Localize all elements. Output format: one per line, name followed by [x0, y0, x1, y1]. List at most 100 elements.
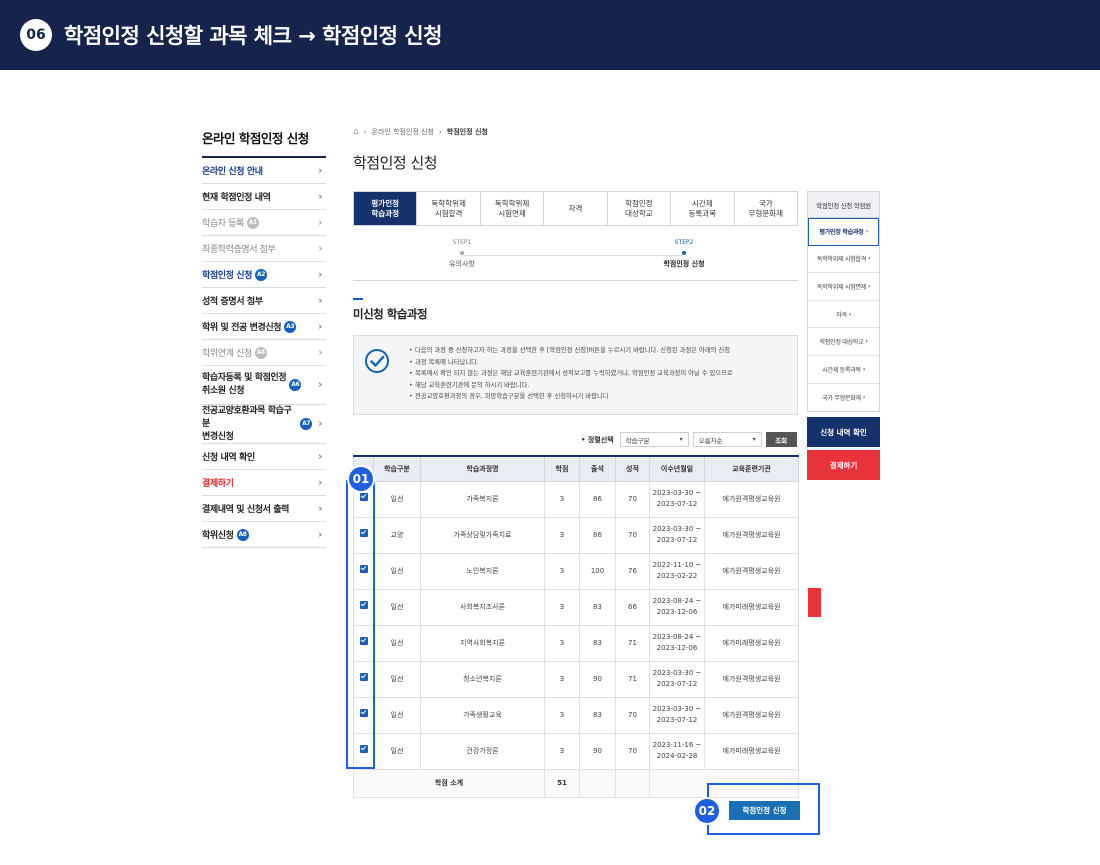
sidebar-item-label: 결제내역 및 신청서 출력 [202, 505, 290, 515]
cell-org: 에가미래평생교육원 [704, 588, 799, 626]
chevron-right-icon: › [318, 165, 322, 176]
cell-type: 교양 [373, 516, 421, 554]
cell-name: 지역사회복지론 [420, 624, 545, 662]
sidebar-item-badge: A1 [246, 216, 259, 229]
cell-type: 일선 [373, 552, 421, 590]
right-panel-item[interactable]: 자격 › [808, 301, 879, 329]
right-panel-item[interactable]: 독학학위제 시험면제 › [808, 273, 879, 301]
tab-item[interactable]: 국가 무형문화재 [735, 192, 797, 225]
cell-credit: 3 [544, 624, 580, 662]
cell-period: 2023-08-24 ~ 2023-12-06 [649, 588, 705, 626]
cell-credit: 3 [544, 732, 580, 770]
sidebar-item[interactable]: 결제하기 › [202, 470, 326, 496]
sidebar-item[interactable]: 현재 학점인정 내역 › [202, 184, 326, 210]
sort-field-select[interactable]: 학습구분 ▾ [619, 432, 689, 447]
breadcrumb: ⌂ › 온라인 학점인정 신청 › 학점인정 신청 [353, 126, 798, 138]
sidebar-item[interactable]: 학위연계 신청 A4 › [202, 340, 326, 366]
cell-period: 2023-03-30 ~ 2023-07-12 [649, 480, 705, 518]
cell-attend: 83 [579, 696, 616, 734]
sidebar-item-label: 온라인 신청 안내 [202, 167, 263, 177]
right-panel-item[interactable]: 국가 무형문화재 › [808, 384, 879, 412]
sidebar-item[interactable]: 최종학력증명서 첨부 › [202, 236, 326, 262]
empty-cell [649, 768, 705, 798]
right-panel-item[interactable]: 평가인정 학습과정 › [808, 218, 879, 246]
sidebar-item[interactable]: 전공교양호환과목 학습구분 변경신청 A7 › [202, 405, 326, 444]
chevron-right-icon: › [318, 477, 322, 488]
subtotal-value: 51 [544, 768, 580, 798]
cell-credit: 3 [544, 480, 580, 518]
checkbox-column-highlight [346, 480, 375, 769]
right-panel-item[interactable]: 학점인정 대상학교 › [808, 328, 879, 356]
sort-label-text: 정렬선택 [587, 435, 614, 444]
banner-title: 학점인정 신청할 과목 체크 → 학점인정 신청 [64, 24, 442, 48]
check-history-button[interactable]: 신청 내역 확인 [807, 417, 880, 447]
sidebar-item[interactable]: 학점인정 신청 A2 › [202, 262, 326, 288]
step-1-dot [460, 251, 464, 255]
breadcrumb-current: 학점인정 신청 [446, 128, 488, 136]
cell-name: 가족생활교육 [420, 696, 545, 734]
chevron-right-icon: › [862, 393, 866, 401]
subtotal-label: 학점 소계 [353, 768, 545, 798]
cell-type: 일선 [373, 732, 421, 770]
sidebar-item[interactable]: 신청 내역 확인 › [202, 444, 326, 470]
floating-tab[interactable] [808, 588, 821, 617]
table-row: 일선 가족생활교육 3 83 70 2023-03-30 ~ 2023-07-12 에가원격… [353, 696, 799, 734]
sidebar-item-label: 학위 및 전공 변경신청 [202, 323, 282, 333]
step-2-dot [682, 251, 686, 255]
tab-item[interactable]: 평가인정 학습과정 [354, 192, 418, 225]
table-row: 일선 사회복지조사론 3 83 66 2023-08-24 ~ 2023-12-06 에가미… [353, 588, 799, 626]
breadcrumb-parent[interactable]: 온라인 학점인정 신청 [372, 127, 434, 137]
sidebar-item[interactable]: 학습자 등록 A1 › [202, 210, 326, 236]
table-row: 일선 노인복지론 3 100 76 2022-11-10 ~ 2023-02-22 에가원격… [353, 552, 799, 590]
cell-grade: 71 [615, 624, 650, 662]
right-panel-item[interactable]: 독학학위제 시험합격 › [808, 246, 879, 274]
sidebar-item-label: 현재 학점인정 내역 [202, 193, 271, 203]
sidebar-item[interactable]: 학습자등록 및 학점인정 취소원 신청 A6 › [202, 366, 326, 405]
tab-item[interactable]: 학점인정 대상학교 [608, 192, 672, 225]
cell-period: 2022-11-10 ~ 2023-02-22 [649, 552, 705, 590]
cell-period: 2023-08-24 ~ 2023-12-06 [649, 624, 705, 662]
home-icon[interactable]: ⌂ [353, 127, 359, 137]
sidebar-item-label: 학습자 등록 [202, 219, 244, 229]
breadcrumb-separator: › [438, 128, 442, 136]
course-table: 학습구분 학습과정명 학점 출석 성적 이수년월일 교육훈련기관 일선 가족복지론 3 86 70 2… [353, 455, 799, 798]
sidebar-item-label: 전공교양호환과목 학습구분 변경신청 [202, 405, 292, 442]
cell-type: 일선 [373, 588, 421, 626]
chevron-right-icon: › [865, 338, 868, 346]
callout-01-badge: 01 [347, 465, 375, 493]
notice-line: 목록에서 확인 되지 않는 과정은 해당 교육훈련기관에서 성적보고를 누락하였… [409, 368, 789, 380]
payment-button[interactable]: 결제하기 [807, 450, 880, 480]
tab-item[interactable]: 독학학위제 시험면제 [481, 192, 545, 225]
cell-period: 2023-03-30 ~ 2023-07-12 [649, 516, 705, 554]
sidebar-item[interactable]: 학위신청 A8 › [202, 522, 326, 548]
check-circle-icon [365, 349, 389, 373]
sort-order-select[interactable]: 오름차순 ▾ [692, 432, 762, 447]
chevron-right-icon: › [865, 228, 868, 236]
cell-org: 에가원격평생교육원 [704, 552, 799, 590]
tab-item[interactable]: 자격 [544, 192, 608, 225]
chevron-right-icon: › [848, 310, 852, 318]
table-row: 일선 가족복지론 3 86 70 2023-03-30 ~ 2023-07-12 에가원격평… [353, 480, 799, 518]
cell-credit: 3 [544, 516, 580, 554]
tab-item[interactable]: 독학학위제 시험합격 [417, 192, 481, 225]
chevron-right-icon: › [868, 282, 871, 290]
apply-credit-button[interactable]: 학점인정 신청 [729, 801, 800, 820]
sidebar-item[interactable]: 온라인 신청 안내 › [202, 158, 326, 184]
chevron-right-icon: › [318, 418, 322, 430]
search-button[interactable]: 조회 [765, 432, 797, 447]
sidebar-item[interactable]: 학위 및 전공 변경신청 A3 › [202, 314, 326, 340]
sidebar-item[interactable]: 결제내역 및 신청서 출력 › [202, 496, 326, 522]
sidebar-item[interactable]: 성적 증명서 첨부 › [202, 288, 326, 314]
right-panel-item[interactable]: 시간제 등록과목 › [808, 356, 879, 384]
sort-label: • 정렬선택 [581, 435, 614, 444]
table-row: 일선 지역사회복지론 3 83 71 2023-08-24 ~ 2023-12-06 에가미… [353, 624, 799, 662]
cell-credit: 3 [544, 588, 580, 626]
tab-item[interactable]: 시간제 등록과목 [671, 192, 735, 225]
sidebar-item-badge: A8 [236, 528, 249, 541]
cell-type: 일선 [373, 696, 421, 734]
right-panel-item-label: 자격 [836, 311, 847, 319]
notice-box: 다음의 과정 중 신청하고자 하는 과정을 선택한 후 [학점인정 신청]버튼을… [353, 335, 798, 415]
step-2-number: STEP2 [674, 239, 694, 246]
chevron-right-icon: › [318, 529, 322, 540]
sidebar-item-badge: A3 [284, 320, 297, 333]
